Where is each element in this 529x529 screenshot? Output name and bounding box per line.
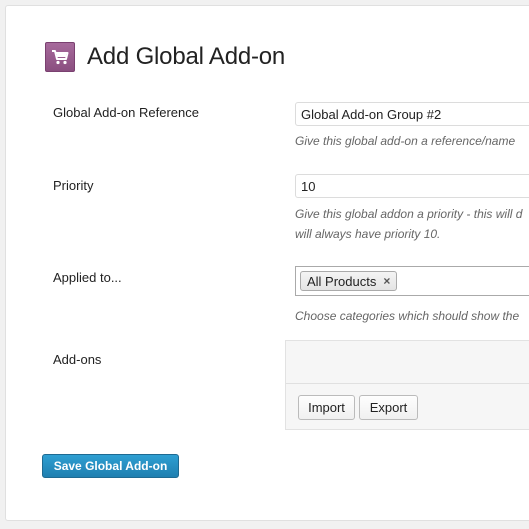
reference-input[interactable] [295,102,529,126]
remove-token-icon[interactable]: × [383,274,390,288]
export-button[interactable]: Export [359,395,418,420]
priority-description-line1: Give this global addon a priority - this… [295,207,523,221]
import-button[interactable]: Import [298,395,355,420]
cart-icon [45,42,75,72]
addons-divider [286,383,529,384]
page-title: Add Global Add-on [87,43,286,70]
applied-to-description: Choose categories which should show the [295,309,520,323]
token-all-products: All Products × [300,271,398,291]
addons-label: Add-ons [53,352,102,367]
reference-label: Global Add-on Reference [53,105,199,120]
priority-label: Priority [53,178,94,193]
priority-description-line2: will always have priority 10. [295,227,441,241]
form-panel [5,5,529,521]
applied-to-select[interactable]: All Products × [295,266,529,296]
reference-description: Give this global add-on a reference/name [295,134,516,148]
save-global-addon-button[interactable]: Save Global Add-on [42,454,179,478]
token-label: All Products [307,273,377,289]
applied-to-label: Applied to... [53,270,122,285]
priority-input[interactable] [295,174,529,198]
addons-container: Import Export [285,340,529,430]
page-header: Add Global Add-on [45,42,285,72]
